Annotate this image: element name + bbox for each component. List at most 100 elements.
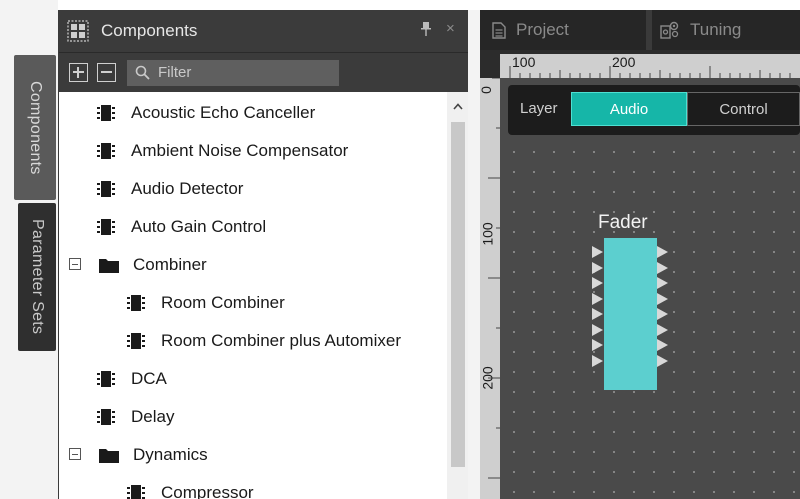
list-item-label: Auto Gain Control [131,217,267,236]
panel-splitter[interactable] [468,10,480,499]
ruler-left-label: 0 [480,86,494,94]
components-panel-header: Components × [59,10,469,52]
component-chip-icon [127,333,145,349]
input-port[interactable] [592,246,603,258]
list-item-label: Delay [131,407,175,426]
list-item[interactable]: DCA [97,360,167,398]
output-port[interactable] [657,308,668,320]
expand-all-button[interactable] [69,63,88,82]
tab-project-label: Project [516,20,569,39]
filter-input[interactable]: Filter [127,59,339,86]
editor-body: 100 200 0 100 200 Layer Audio [480,50,800,499]
search-icon [135,65,150,80]
input-port[interactable] [592,339,603,351]
components-toolbar: Filter [59,52,469,92]
list-item[interactable]: Audio Detector [97,170,243,208]
tab-tuning-label: Tuning [690,20,742,39]
component-chip-icon [97,143,115,159]
side-tab-parameter-sets-label: Parameter Sets [29,219,46,335]
collapse-all-button[interactable] [97,63,116,82]
list-item[interactable]: Auto Gain Control [97,208,266,246]
ruler-left-label: 200 [480,366,496,390]
component-chip-icon [97,181,115,197]
document-icon [492,21,506,39]
output-port[interactable] [657,261,668,274]
layer-control-button[interactable]: Control [687,92,800,126]
folder-item-label: Dynamics [133,445,208,464]
input-port[interactable] [592,354,603,367]
components-icon [67,20,89,42]
components-list: Acoustic Echo Canceller Ambient Noise Co… [59,92,447,499]
component-chip-icon [97,219,115,235]
layer-audio-button[interactable]: Audio [571,92,687,126]
folder-icon [99,448,119,463]
list-item-label: Ambient Noise Compensator [131,141,349,160]
editor-area: Project Tuning 100 200 100 200 Layer Aud… [480,10,800,499]
list-item-label: Room Combiner [161,293,285,312]
output-port[interactable] [657,277,668,289]
output-port[interactable] [657,354,668,367]
component-chip-icon [127,485,145,499]
list-item[interactable]: Delay [97,398,174,436]
ruler-top-label: 200 [612,54,636,70]
component-chip-icon [127,295,145,311]
close-icon[interactable]: × [446,20,455,37]
side-tab-strip: Components Parameter Sets [0,0,58,499]
component-chip-icon [97,371,115,387]
output-port[interactable] [657,292,668,305]
ruler-top-ticks [509,66,791,78]
list-item-label: Compressor [161,483,254,499]
side-tab-components-label: Components [27,80,44,175]
scroll-up-icon[interactable] [453,98,463,113]
fader-block[interactable] [604,238,657,390]
ruler-left-ticks [488,78,500,479]
app-window: Components Parameter Sets Components × F… [0,0,800,499]
side-tab-components[interactable]: Components [14,55,56,200]
tab-project[interactable]: Project [480,10,646,50]
tab-tuning[interactable]: Tuning [652,10,800,50]
gears-icon [660,21,679,39]
list-item-label: Audio Detector [131,179,244,198]
layer-audio-label: Audio [609,100,649,118]
panel-title: Components [101,21,198,40]
list-scrollbar[interactable] [447,92,469,499]
components-panel: Components × Filter Acoustic Echo Cancel… [58,10,469,499]
ruler-corner [480,54,500,78]
output-port[interactable] [657,339,668,351]
list-item[interactable]: Room Combiner plus Automixer [127,322,401,360]
folder-item[interactable]: Combiner [99,246,207,284]
layer-label: Layer [520,100,558,117]
layer-selector: Layer Audio Control [508,85,800,135]
input-port[interactable] [592,323,603,336]
output-port[interactable] [657,323,668,336]
list-item[interactable]: Compressor [127,474,254,499]
side-tab-parameter-sets[interactable]: Parameter Sets [18,203,56,351]
folder-item-label: Combiner [133,255,207,274]
component-chip-icon [97,409,115,425]
filter-placeholder: Filter [158,64,192,81]
ruler-left: 0 100 200 [480,78,500,499]
input-port[interactable] [592,292,603,305]
list-item-label: Acoustic Echo Canceller [131,103,316,122]
input-port[interactable] [592,277,603,289]
ruler-left-label: 100 [480,222,496,246]
list-item-label: Room Combiner plus Automixer [161,331,401,350]
input-port[interactable] [592,261,603,274]
scrollbar-thumb[interactable] [451,122,465,467]
ruler-top-label: 100 [512,54,536,70]
list-item[interactable]: Ambient Noise Compensator [97,132,348,170]
pin-icon[interactable] [421,22,431,39]
list-item-label: DCA [131,369,167,388]
fader-block-title: Fader [598,212,648,233]
component-chip-icon [97,105,115,121]
layer-control-label: Control [719,100,768,118]
list-item[interactable]: Acoustic Echo Canceller [97,94,315,132]
list-item[interactable]: Room Combiner [127,284,285,322]
folder-icon [99,258,119,273]
folder-item[interactable]: Dynamics [99,436,208,474]
collapse-toggle[interactable] [69,258,81,270]
collapse-toggle[interactable] [69,448,81,460]
input-port[interactable] [592,308,603,320]
ruler-top: 100 200 [500,54,800,78]
output-port[interactable] [657,246,668,258]
